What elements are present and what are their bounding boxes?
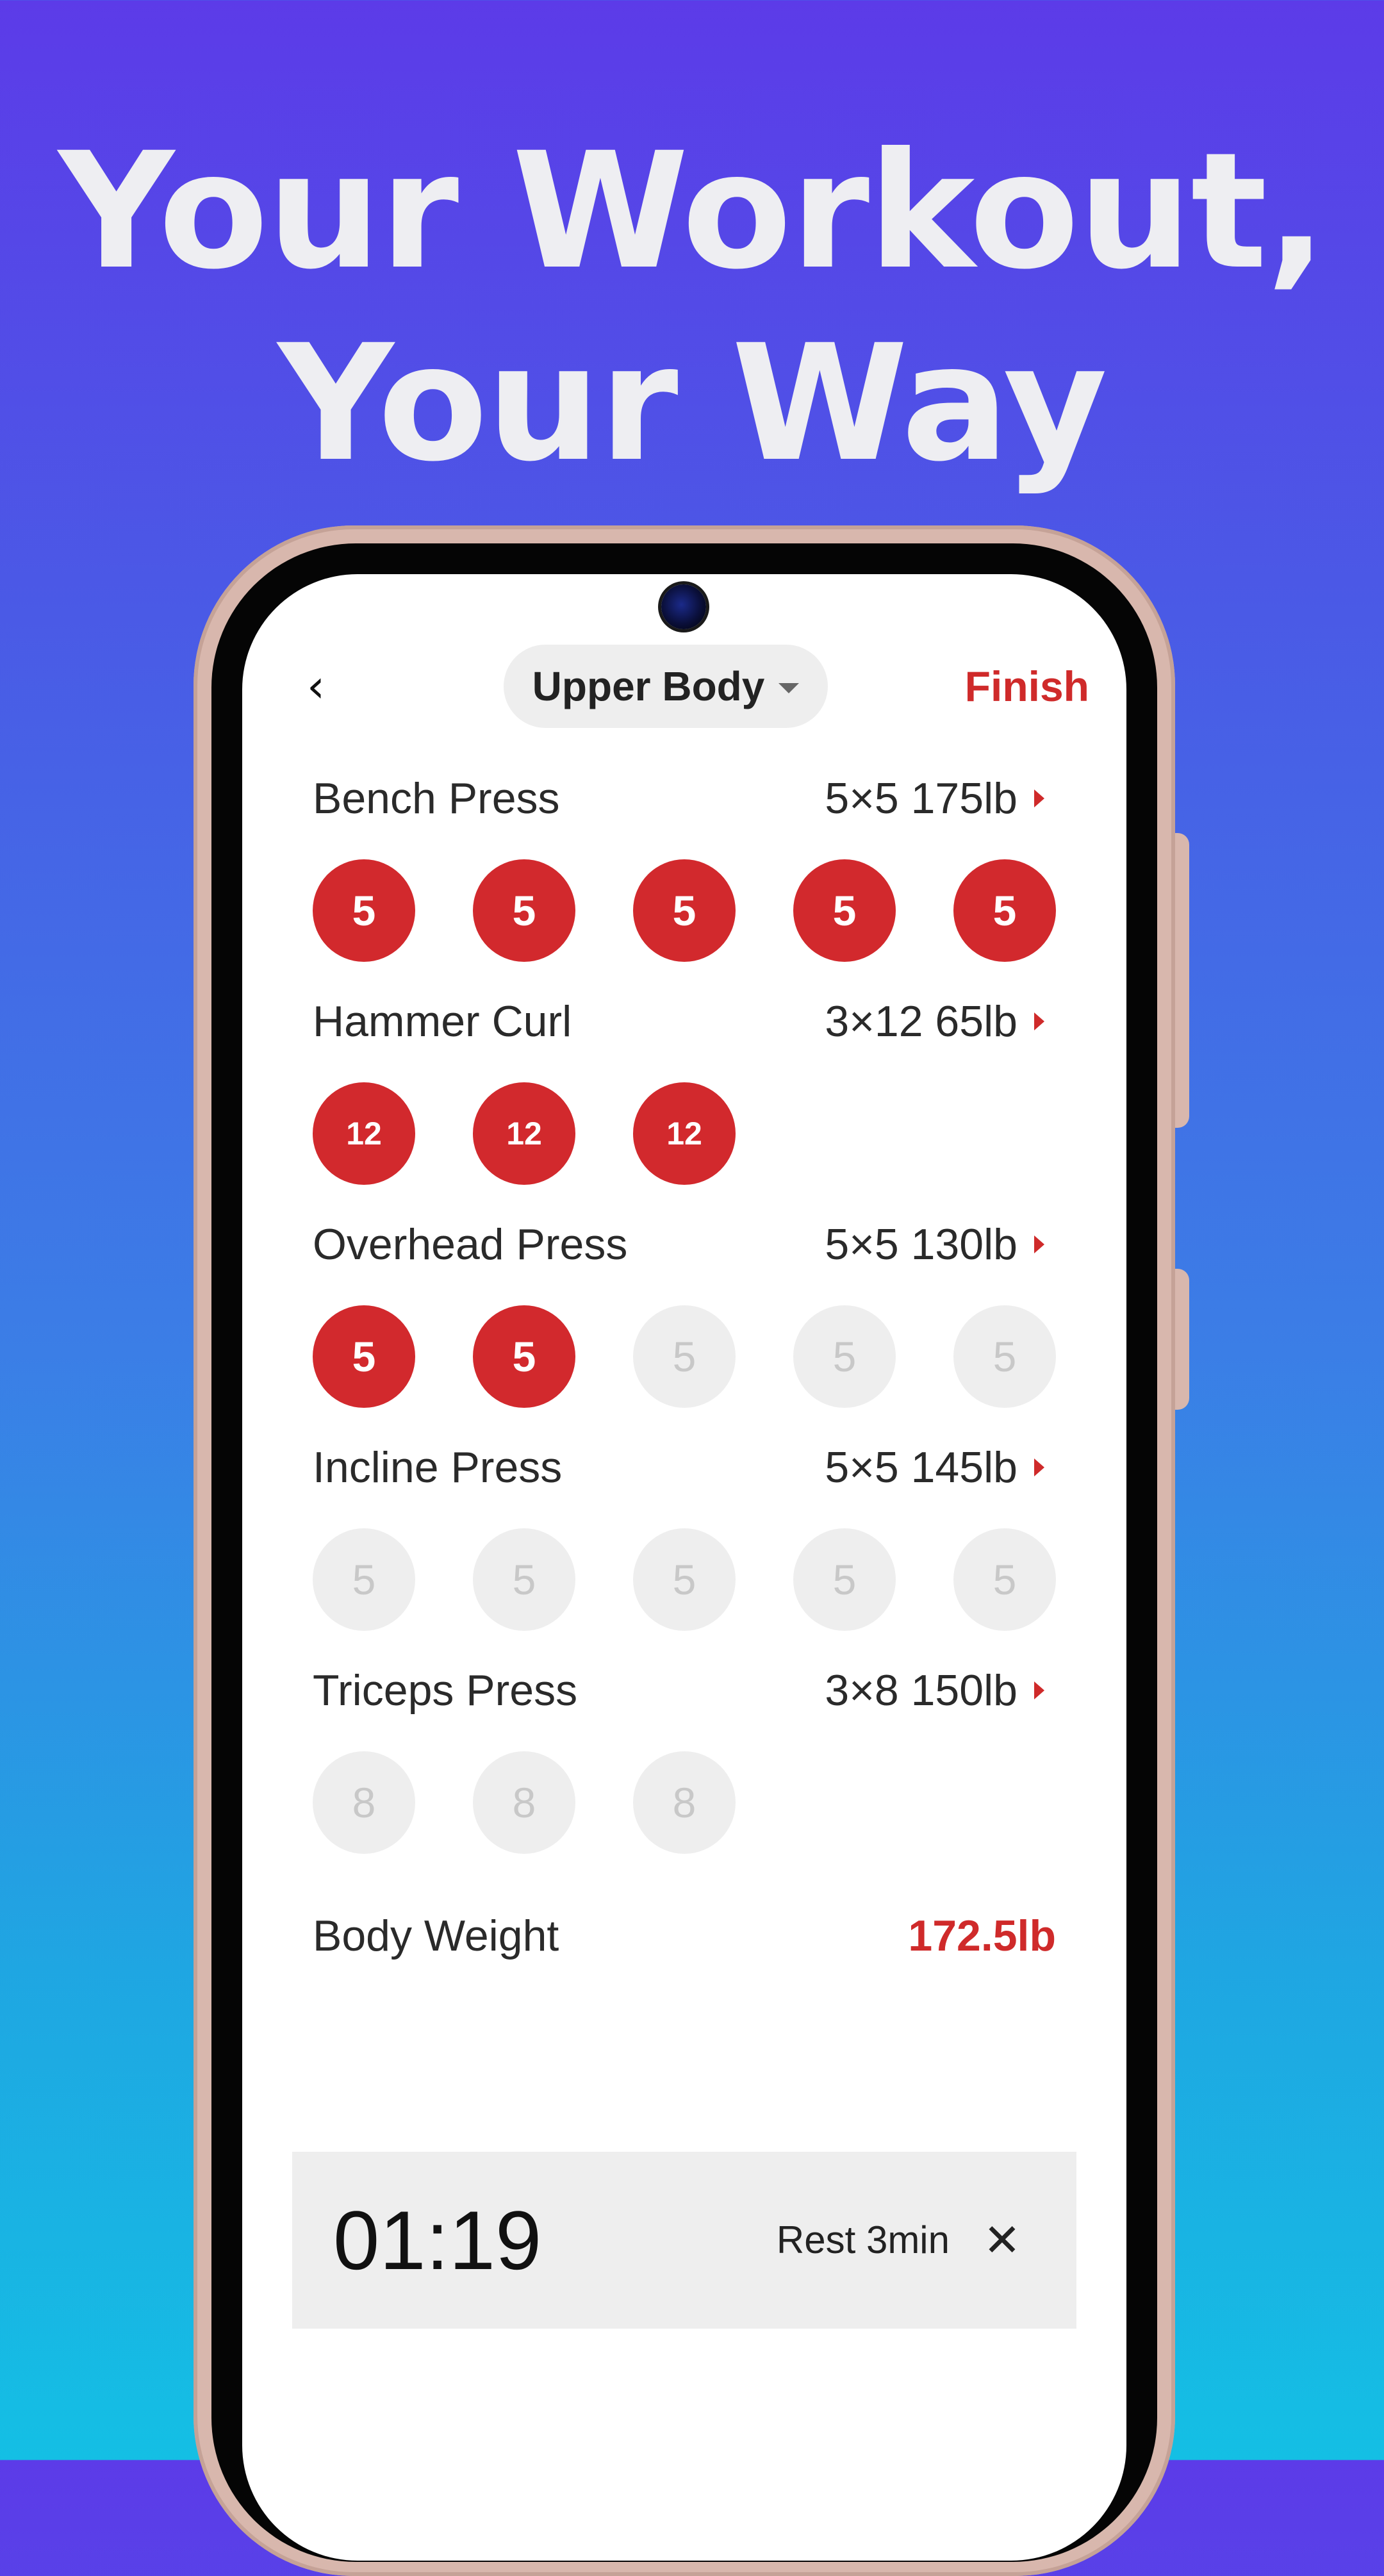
body-weight-label: Body Weight: [313, 1911, 559, 1960]
back-button[interactable]: ‹: [287, 657, 345, 715]
set-button-pending[interactable]: 5: [953, 1528, 1056, 1631]
set-button-completed[interactable]: 12: [473, 1082, 575, 1185]
front-camera: [661, 584, 706, 629]
exercise-name: Incline Press: [313, 1443, 563, 1492]
rest-timer-bar: 01:19 Rest 3min ✕: [292, 2152, 1076, 2329]
set-button-completed[interactable]: 5: [313, 859, 415, 962]
set-button-completed[interactable]: 5: [793, 859, 896, 962]
set-button-pending[interactable]: 5: [793, 1305, 896, 1408]
exercise-plan[interactable]: 3×12 65lb: [825, 989, 1017, 1053]
phone-side-button-volume: [1175, 1269, 1189, 1410]
set-button-completed[interactable]: 12: [313, 1082, 415, 1185]
headline-line-1: Your Workout,: [58, 118, 1327, 304]
exercise-plan[interactable]: 5×5 175lb: [825, 766, 1017, 830]
exercise-plan[interactable]: 3×8 150lb: [825, 1658, 1017, 1722]
close-icon[interactable]: ✕: [964, 2202, 1041, 2279]
set-row: 12 12 12: [313, 1082, 1056, 1185]
exercise-header[interactable]: Hammer Curl 3×12 65lb: [313, 989, 1056, 1053]
exercise-header[interactable]: Triceps Press 3×8 150lb: [313, 1658, 1056, 1722]
phone-side-button-power: [1175, 833, 1189, 1128]
set-button-pending[interactable]: 5: [473, 1528, 575, 1631]
exercise-item: Incline Press 5×5 145lb 5 5 5 5 5: [313, 1435, 1056, 1631]
set-button-pending[interactable]: 5: [953, 1305, 1056, 1408]
body-weight-value[interactable]: 172.5lb: [908, 1901, 1056, 1971]
set-button-completed[interactable]: 5: [953, 859, 1056, 962]
set-row: 55555: [313, 859, 1056, 962]
set-row: 55555: [313, 1305, 1056, 1408]
finish-button[interactable]: Finish: [965, 645, 1089, 728]
set-button-pending[interactable]: 5: [633, 1305, 736, 1408]
caret-right-icon[interactable]: [1034, 1458, 1044, 1476]
exercise-plan[interactable]: 5×5 130lb: [825, 1212, 1017, 1276]
set-button-pending[interactable]: 5: [633, 1528, 736, 1631]
workout-name: Upper Body: [532, 663, 765, 709]
exercise-header[interactable]: Overhead Press 5×5 130lb: [313, 1212, 1056, 1276]
headline: Your Workout, Your Way: [0, 115, 1384, 500]
set-button-pending[interactable]: 5: [313, 1528, 415, 1631]
set-row: 55555: [313, 1528, 1056, 1631]
exercise-header[interactable]: Bench Press 5×5 175lb: [313, 766, 1056, 830]
exercise-header[interactable]: Incline Press 5×5 145lb: [313, 1435, 1056, 1499]
exercise-name: Overhead Press: [313, 1220, 628, 1269]
exercise-item: Hammer Curl 3×12 65lb 12 12 12: [313, 989, 1056, 1185]
set-button-completed[interactable]: 5: [473, 859, 575, 962]
exercise-name: Hammer Curl: [313, 997, 572, 1046]
rest-timer-time: 01:19: [333, 2193, 542, 2287]
set-row: 888: [313, 1751, 1056, 1854]
exercise-item: Triceps Press 3×8 150lb 8 8 8: [313, 1658, 1056, 1854]
app-screen: ‹ Upper Body Finish Bench Press 5×5 175lb…: [242, 574, 1126, 2561]
caret-right-icon[interactable]: [1034, 1235, 1044, 1253]
exercise-item: Overhead Press 5×5 130lb 5 5 5 5 5: [313, 1212, 1056, 1408]
set-button-pending[interactable]: 8: [313, 1751, 415, 1854]
top-bar: ‹ Upper Body Finish: [242, 645, 1126, 728]
body-weight-row[interactable]: Body Weight 172.5lb: [313, 1901, 1056, 1971]
workout-selector[interactable]: Upper Body: [504, 645, 828, 728]
exercise-item: Bench Press 5×5 175lb 5 5 5 5 5: [313, 766, 1056, 962]
rest-duration-label: Rest 3min: [776, 2218, 950, 2261]
set-button-pending[interactable]: 8: [633, 1751, 736, 1854]
headline-line-2: Your Way: [277, 310, 1108, 497]
set-button-completed[interactable]: 5: [313, 1305, 415, 1408]
caret-right-icon[interactable]: [1034, 789, 1044, 807]
exercise-name: Triceps Press: [313, 1666, 578, 1715]
exercise-plan[interactable]: 5×5 145lb: [825, 1435, 1017, 1499]
caret-right-icon[interactable]: [1034, 1681, 1044, 1699]
set-button-completed[interactable]: 12: [633, 1082, 736, 1185]
caret-right-icon[interactable]: [1034, 1012, 1044, 1030]
set-button-pending[interactable]: 5: [793, 1528, 896, 1631]
caret-down-icon: [778, 683, 800, 693]
set-button-pending[interactable]: 8: [473, 1751, 575, 1854]
set-button-completed[interactable]: 5: [473, 1305, 575, 1408]
set-button-completed[interactable]: 5: [633, 859, 736, 962]
exercise-name: Bench Press: [313, 774, 560, 823]
chevron-left-icon: ‹: [307, 660, 325, 713]
